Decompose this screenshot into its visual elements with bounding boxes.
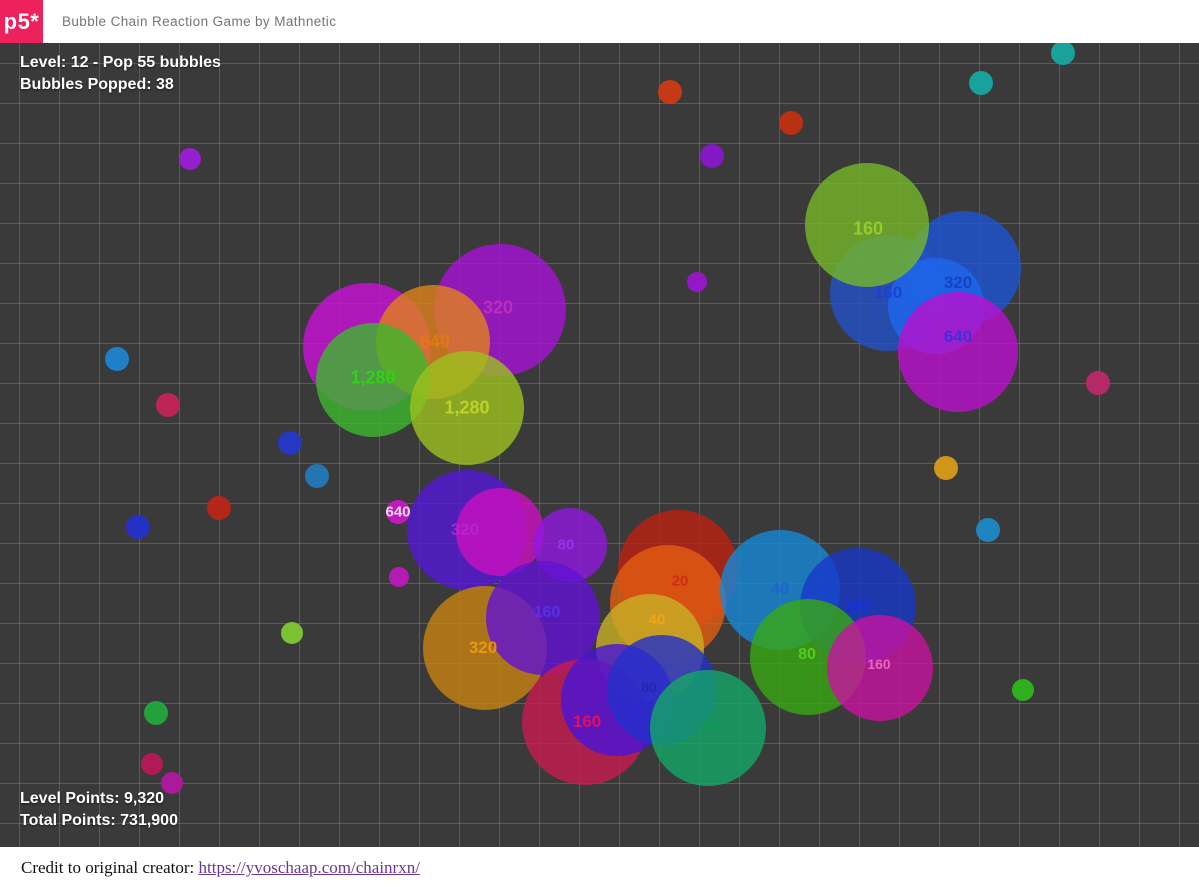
app-window: p5* Bubble Chain Reaction Game by Mathne… (0, 0, 1199, 889)
bubble[interactable] (179, 148, 201, 170)
hud-bottom: Level Points: 9,320 Total Points: 731,90… (20, 788, 178, 832)
bubble[interactable] (687, 272, 707, 292)
title-bar: p5* Bubble Chain Reaction Game by Mathne… (0, 0, 1199, 43)
bubble[interactable] (410, 351, 524, 465)
bubble[interactable] (805, 163, 929, 287)
credit-bar: Credit to original creator: https://yvos… (0, 847, 1199, 889)
bubbles-popped-text: Bubbles Popped: 38 (20, 74, 221, 96)
bubble[interactable] (976, 518, 1000, 542)
bubble[interactable] (827, 615, 933, 721)
bubble[interactable] (1086, 371, 1110, 395)
bubble[interactable] (1012, 679, 1034, 701)
bubble[interactable] (281, 622, 303, 644)
bubble[interactable] (969, 71, 993, 95)
bubble[interactable] (386, 500, 410, 524)
credit-line: Credit to original creator: https://yvos… (21, 858, 420, 878)
bubble[interactable] (1051, 43, 1075, 65)
bubble[interactable] (700, 144, 724, 168)
hud-top: Level: 12 - Pop 55 bubbles Bubbles Poppe… (20, 52, 221, 96)
bubble[interactable] (141, 753, 163, 775)
credit-link[interactable]: https://yvoschaap.com/chainrxn/ (199, 858, 420, 877)
bubble[interactable] (278, 431, 302, 455)
level-objective-text: Level: 12 - Pop 55 bubbles (20, 52, 221, 74)
bubble[interactable] (105, 347, 129, 371)
bubble[interactable] (305, 464, 329, 488)
bubble[interactable] (934, 456, 958, 480)
bubble[interactable] (658, 80, 682, 104)
level-points-text: Level Points: 9,320 (20, 788, 178, 810)
p5js-logo[interactable]: p5* (0, 0, 43, 43)
bubble[interactable] (126, 515, 150, 539)
bubble[interactable] (207, 496, 231, 520)
game-title: Bubble Chain Reaction Game (62, 14, 251, 29)
game-canvas[interactable]: Level: 12 - Pop 55 bubbles Bubbles Poppe… (0, 43, 1199, 847)
credit-label: Credit to original creator: (21, 858, 199, 877)
bubble[interactable] (898, 292, 1018, 412)
bubble[interactable] (156, 393, 180, 417)
page-title: Bubble Chain Reaction Game by Mathnetic (62, 0, 336, 43)
game-byline: by Mathnetic (255, 14, 336, 29)
total-points-text: Total Points: 731,900 (20, 810, 178, 832)
bubble[interactable] (650, 670, 766, 786)
bubble[interactable] (144, 701, 168, 725)
bubble[interactable] (389, 567, 409, 587)
bubble[interactable] (779, 111, 803, 135)
